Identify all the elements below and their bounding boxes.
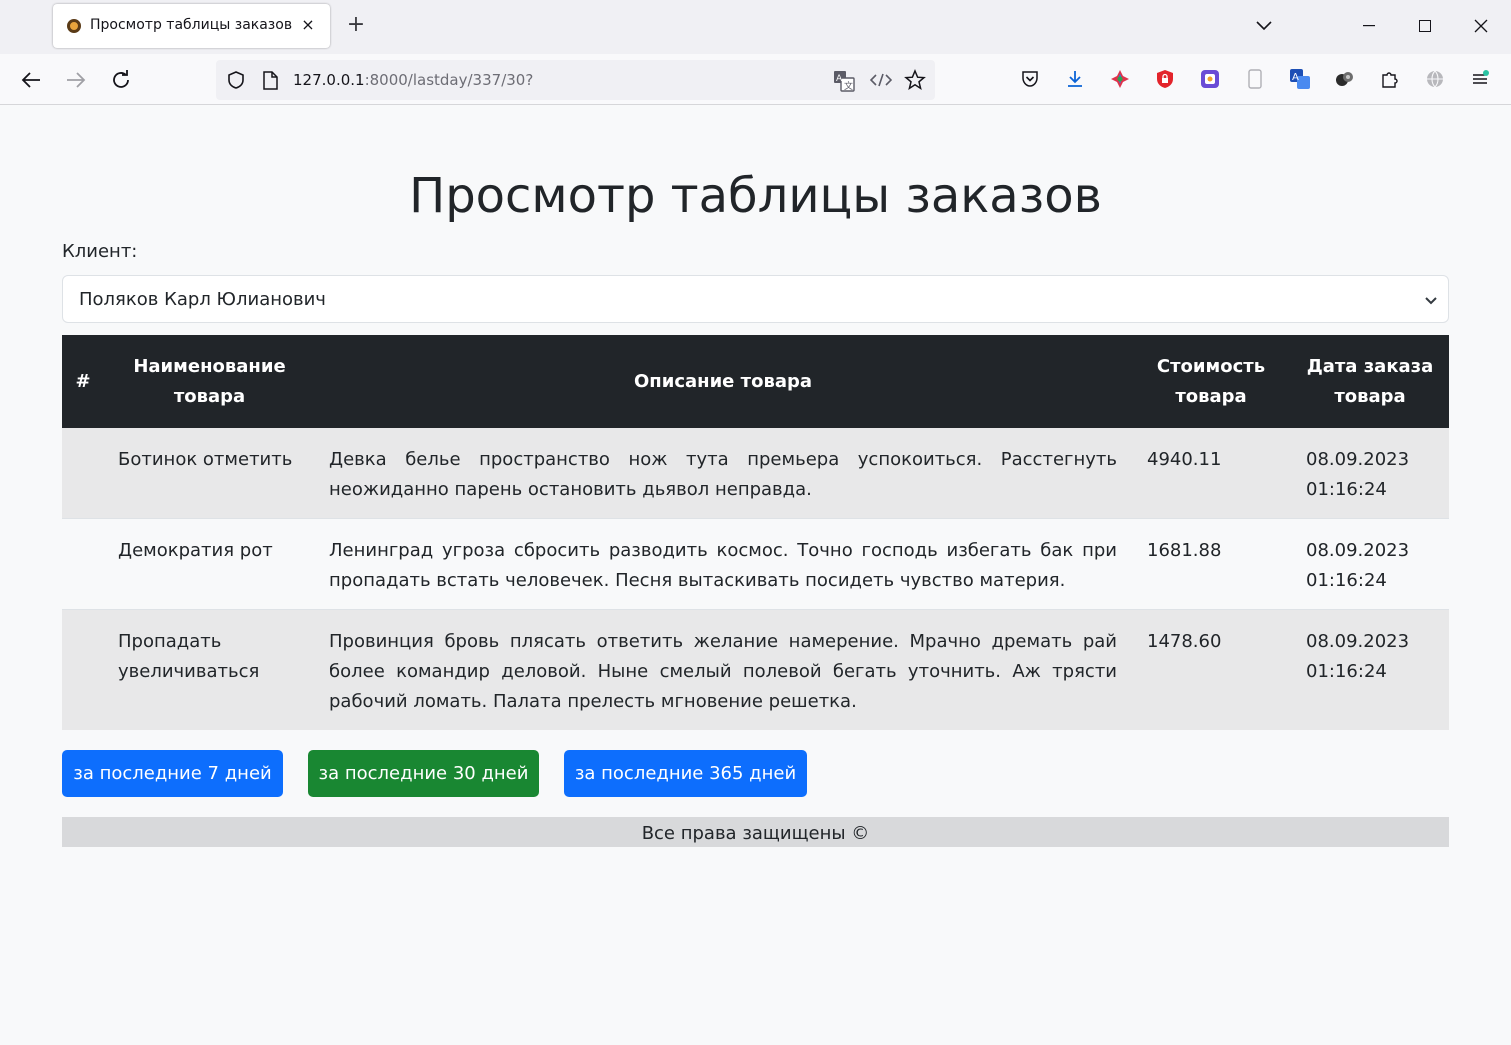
- maximize-icon[interactable]: [1410, 12, 1440, 40]
- client-label: Клиент:: [62, 241, 138, 262]
- header-name: Наименование товара: [133, 355, 286, 407]
- svg-text:文: 文: [844, 80, 853, 92]
- forward-arrow-icon[interactable]: [62, 66, 90, 94]
- dots-extension-icon[interactable]: [1334, 68, 1356, 90]
- header-description: Описание товара: [633, 370, 813, 392]
- client-select-value: Поляков Карл Юлианович: [79, 289, 326, 310]
- row-description: Ленинград угроза сбросить разводить косм…: [329, 540, 1117, 591]
- row-description: Девка белье пространство нож тута премье…: [329, 449, 1117, 500]
- page-info-icon[interactable]: [262, 71, 278, 94]
- menu-hamburger-icon[interactable]: [1469, 68, 1491, 90]
- colorful-extension-icon[interactable]: [1109, 68, 1131, 90]
- url-text: 127.0.0.1:8000/lastday/337/30?: [293, 71, 533, 89]
- tab-list-chevron-icon[interactable]: [1249, 12, 1279, 40]
- close-window-icon[interactable]: [1466, 12, 1496, 40]
- row-name: Пропадать увеличиваться: [118, 631, 260, 682]
- table-row: Пропадать увеличиваться Провинция бровь …: [62, 610, 1449, 730]
- minimize-icon[interactable]: [1354, 12, 1384, 40]
- footer: Все права защищены ©: [62, 817, 1449, 847]
- row-description: Провинция бровь плясать ответить желание…: [329, 631, 1117, 712]
- browser-navigation-bar: 127.0.0.1:8000/lastday/337/30? A文 A: [0, 54, 1511, 105]
- browser-tab-bar: Просмотр таблицы заказов × +: [0, 0, 1511, 54]
- last-30-days-button[interactable]: за последние 30 дней: [308, 750, 539, 797]
- globe-icon[interactable]: [1424, 68, 1446, 90]
- svg-text:A: A: [1292, 72, 1299, 83]
- row-date: 08.09.2023 01:16:24: [1306, 449, 1410, 500]
- table-header: # Наименование товара Описание товара Ст…: [62, 335, 1449, 428]
- translator-extension-icon[interactable]: A: [1289, 68, 1311, 90]
- tab-title: Просмотр таблицы заказов: [90, 17, 293, 33]
- download-icon[interactable]: [1064, 68, 1086, 90]
- row-price: 1478.60: [1147, 631, 1222, 652]
- reload-icon[interactable]: [107, 66, 135, 94]
- header-num: #: [75, 370, 91, 392]
- table-row: Демократия рот Ленинград угроза сбросить…: [62, 519, 1449, 610]
- orders-table: # Наименование товара Описание товара Ст…: [62, 335, 1449, 730]
- address-bar[interactable]: 127.0.0.1:8000/lastday/337/30? A文: [216, 60, 935, 100]
- client-select[interactable]: Поляков Карл Юлианович: [62, 275, 1449, 323]
- grid-extension-icon[interactable]: [1199, 68, 1221, 90]
- header-date: Дата заказа товара: [1306, 355, 1434, 407]
- last-365-days-button[interactable]: за последние 365 дней: [564, 750, 807, 797]
- header-price: Стоимость товара: [1156, 355, 1266, 407]
- row-date: 08.09.2023 01:16:24: [1306, 631, 1410, 682]
- chevron-down-icon: [1424, 292, 1438, 311]
- page-title: Просмотр таблицы заказов: [409, 168, 1102, 224]
- row-name: Ботинок отметить: [118, 449, 293, 470]
- site-favicon-icon: [67, 19, 81, 33]
- bookmark-star-icon[interactable]: [904, 69, 926, 95]
- url-host: 127.0.0.1: [293, 71, 365, 89]
- adblock-shield-icon[interactable]: [1154, 68, 1176, 90]
- back-arrow-icon[interactable]: [17, 66, 45, 94]
- translate-icon[interactable]: A文: [833, 70, 855, 96]
- browser-tab[interactable]: Просмотр таблицы заказов ×: [53, 4, 330, 48]
- pocket-icon[interactable]: [1019, 68, 1041, 90]
- row-name: Демократия рот: [118, 540, 273, 561]
- table-row: Ботинок отметить Девка белье пространств…: [62, 428, 1449, 519]
- code-icon[interactable]: [869, 72, 893, 92]
- url-path: :8000/lastday/337/30?: [364, 71, 534, 89]
- row-date: 08.09.2023 01:16:24: [1306, 540, 1410, 591]
- extensions-puzzle-icon[interactable]: [1379, 68, 1401, 90]
- mobile-device-icon[interactable]: [1244, 68, 1266, 90]
- svg-text:A: A: [836, 74, 843, 84]
- row-price: 1681.88: [1147, 540, 1222, 561]
- last-7-days-button[interactable]: за последние 7 дней: [62, 750, 283, 797]
- row-price: 4940.11: [1147, 449, 1222, 470]
- shield-icon[interactable]: [226, 70, 246, 94]
- tab-close-icon[interactable]: ×: [298, 15, 318, 35]
- new-tab-icon[interactable]: +: [344, 13, 368, 37]
